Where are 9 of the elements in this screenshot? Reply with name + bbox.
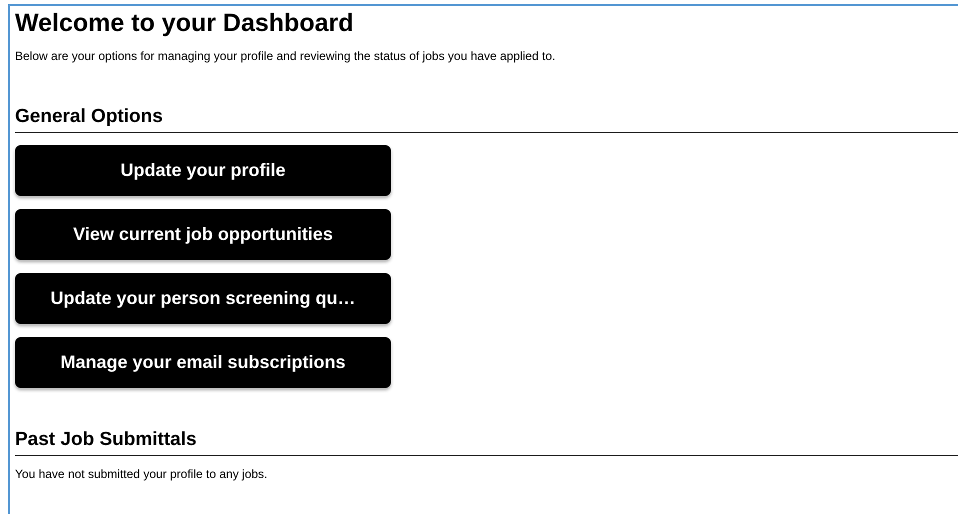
section-heading: Past Job Submittals: [15, 428, 958, 456]
option-button[interactable]: Manage your email subscriptions: [15, 337, 391, 388]
intro-text: Below are your options for managing your profile and reviewing the status of jobs you have applied to.: [15, 48, 556, 65]
option-button[interactable]: Update your person screening qu…: [15, 273, 391, 324]
option-button[interactable]: View current job opportunities: [15, 209, 391, 260]
option-button[interactable]: Update your profile: [15, 145, 391, 196]
status-message: You have not submitted your profile to any jobs.: [15, 466, 268, 483]
page-title: Welcome to your Dashboard: [15, 8, 354, 38]
section-heading: General Options: [15, 105, 958, 133]
